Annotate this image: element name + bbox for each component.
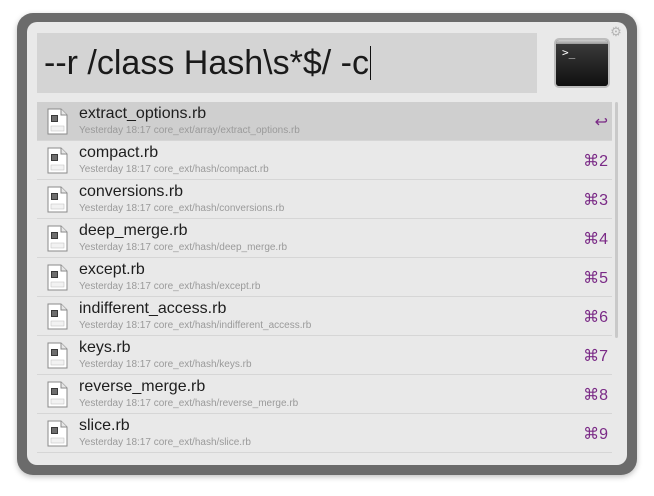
ruby-file-icon: [47, 147, 68, 174]
results-scrollbar[interactable]: [615, 102, 618, 338]
ruby-file-icon: [47, 108, 68, 135]
ruby-file-icon: [47, 381, 68, 408]
terminal-screen: >_: [556, 44, 608, 86]
ruby-file-icon: [47, 342, 68, 369]
result-subtitle: Yesterday 18:17 core_ext/array/extract_o…: [79, 125, 300, 136]
result-row[interactable]: extract_options.rb Yesterday 18:17 core_…: [37, 102, 612, 141]
result-shortcut: ⌘8: [583, 387, 608, 404]
result-title: compact.rb: [79, 144, 159, 161]
result-shortcut: ⌘5: [583, 270, 608, 287]
result-row[interactable]: slice.rb Yesterday 18:17 core_ext/hash/s…: [37, 414, 612, 453]
result-subtitle: Yesterday 18:17 core_ext/hash/indifferen…: [79, 320, 312, 331]
result-subtitle: Yesterday 18:17 core_ext/hash/reverse_me…: [79, 398, 299, 409]
ruby-file-icon: [47, 303, 68, 330]
result-row[interactable]: indifferent_access.rb Yesterday 18:17 co…: [37, 297, 612, 336]
text-caret: [369, 46, 371, 81]
search-query-text: --r /class Hash\s*$/ -c: [44, 44, 369, 82]
result-row[interactable]: keys.rb Yesterday 18:17 core_ext/hash/ke…: [37, 336, 612, 375]
result-shortcut: ↩: [594, 114, 608, 131]
result-shortcut: ⌘6: [583, 309, 608, 326]
launcher-panel: ⚙ --r /class Hash\s*$/ -c >_ extract_opt…: [27, 22, 627, 465]
result-row[interactable]: conversions.rb Yesterday 18:17 core_ext/…: [37, 180, 612, 219]
result-shortcut: ⌘2: [583, 153, 608, 170]
ruby-file-icon: [47, 420, 68, 447]
ruby-file-icon: [47, 264, 68, 291]
result-title: slice.rb: [79, 417, 130, 434]
results-list: extract_options.rb Yesterday 18:17 core_…: [37, 102, 612, 457]
result-title: except.rb: [79, 261, 145, 278]
result-shortcut: ⌘9: [583, 426, 608, 443]
result-title: keys.rb: [79, 339, 131, 356]
result-row[interactable]: reverse_merge.rb Yesterday 18:17 core_ex…: [37, 375, 612, 414]
result-title: reverse_merge.rb: [79, 378, 206, 395]
result-subtitle: Yesterday 18:17 core_ext/hash/deep_merge…: [79, 242, 288, 253]
result-row[interactable]: deep_merge.rb Yesterday 18:17 core_ext/h…: [37, 219, 612, 258]
result-title: deep_merge.rb: [79, 222, 188, 239]
result-shortcut: ⌘3: [583, 192, 608, 209]
result-subtitle: Yesterday 18:17 core_ext/hash/conversion…: [79, 203, 285, 214]
result-shortcut: ⌘4: [583, 231, 608, 248]
search-input[interactable]: --r /class Hash\s*$/ -c: [37, 33, 537, 93]
result-title: conversions.rb: [79, 183, 184, 200]
result-shortcut: ⌘7: [583, 348, 608, 365]
result-row[interactable]: except.rb Yesterday 18:17 core_ext/hash/…: [37, 258, 612, 297]
terminal-icon[interactable]: >_: [554, 38, 610, 88]
gear-icon[interactable]: ⚙: [610, 25, 622, 38]
result-title: extract_options.rb: [79, 105, 207, 122]
result-subtitle: Yesterday 18:17 core_ext/hash/slice.rb: [79, 437, 251, 448]
ruby-file-icon: [47, 225, 68, 252]
terminal-prompt: >_: [562, 46, 576, 59]
result-title: indifferent_access.rb: [79, 300, 227, 317]
result-subtitle: Yesterday 18:17 core_ext/hash/keys.rb: [79, 359, 252, 370]
result-subtitle: Yesterday 18:17 core_ext/hash/compact.rb: [79, 164, 269, 175]
ruby-file-icon: [47, 186, 68, 213]
result-row[interactable]: compact.rb Yesterday 18:17 core_ext/hash…: [37, 141, 612, 180]
result-subtitle: Yesterday 18:17 core_ext/hash/except.rb: [79, 281, 261, 292]
